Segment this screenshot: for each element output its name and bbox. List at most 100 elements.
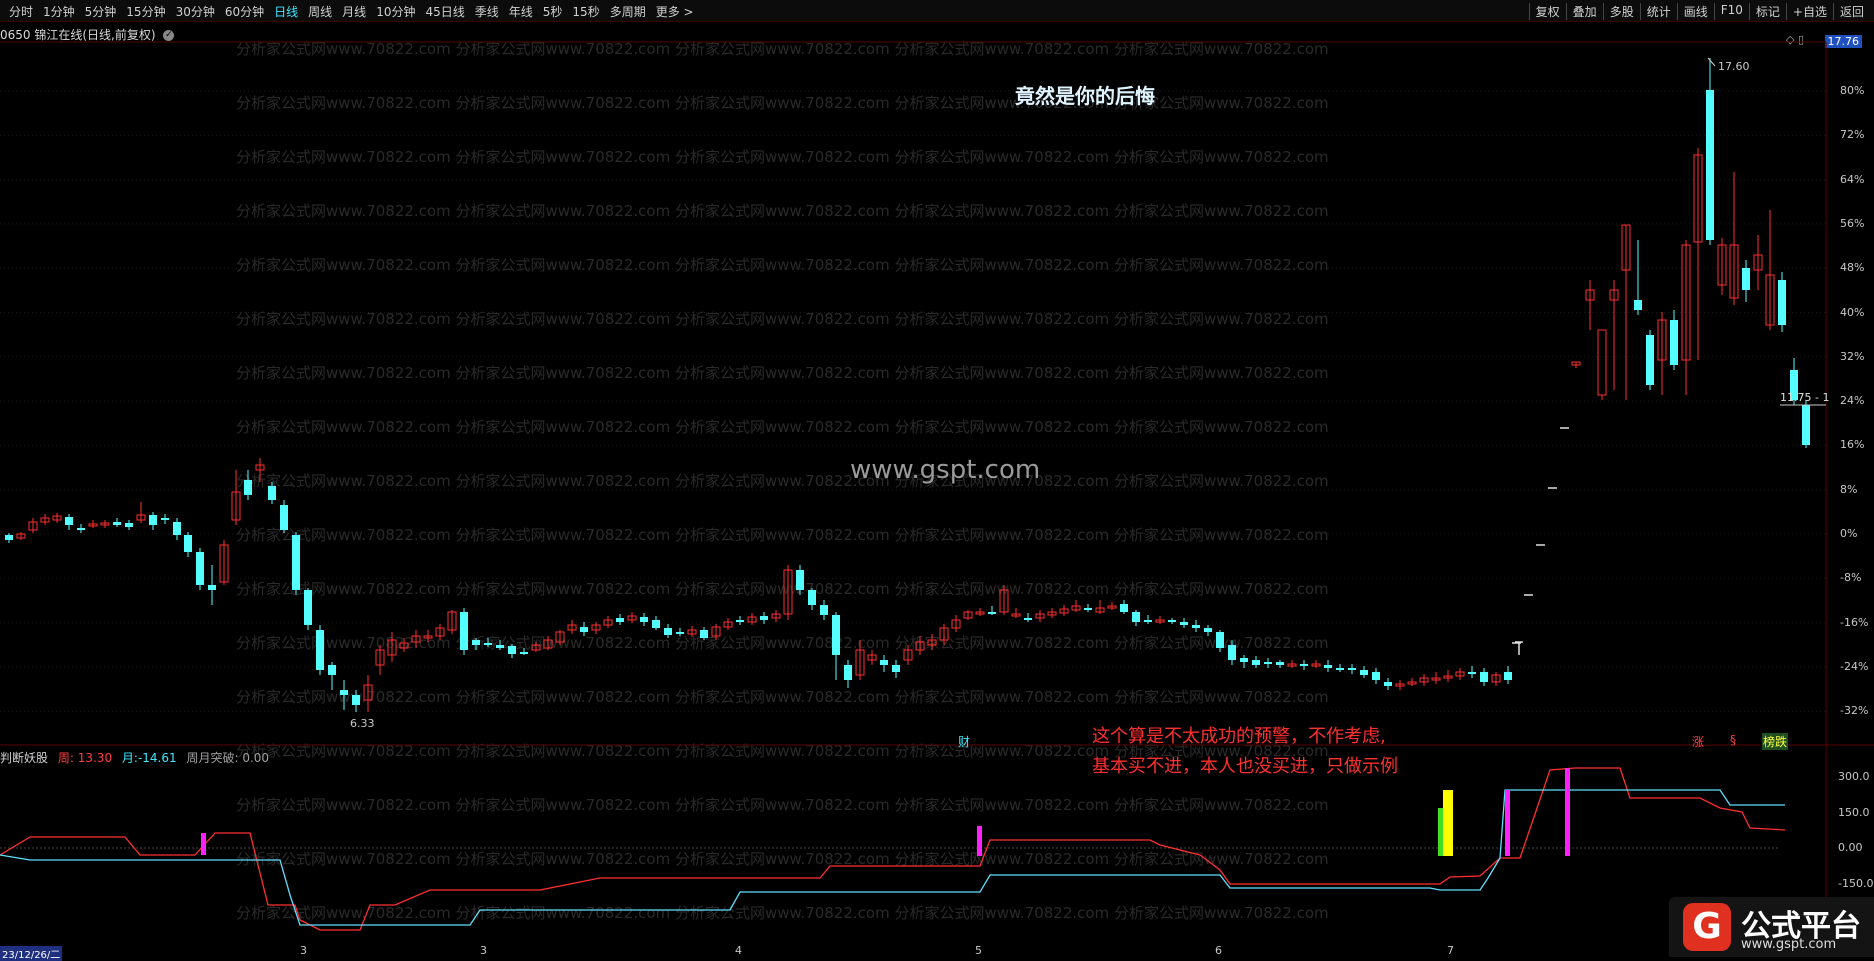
x-axis-month: 6: [1215, 944, 1222, 957]
kline-body-down: [316, 630, 324, 670]
kline-body-down: [196, 552, 204, 585]
kline-body-down: [1144, 620, 1152, 622]
financial-marker[interactable]: 财: [958, 733, 970, 750]
main-axis-tick: 64%: [1840, 172, 1865, 186]
note-line-1: 这个算是不太成功的预警，不作考虑,: [1092, 726, 1386, 747]
main-axis-tick: -24%: [1840, 659, 1869, 673]
kline-body-down: [760, 616, 768, 620]
main-axis-tick: 48%: [1840, 261, 1865, 275]
site-watermark: www.gspt.com: [850, 455, 1041, 485]
signal-bar: [977, 826, 982, 856]
kline-body-down: [184, 535, 192, 552]
kline-body-down: [736, 620, 744, 622]
kline-body-down: [1204, 628, 1212, 632]
kline-body-down: [640, 617, 648, 622]
kline-body-down: [1742, 268, 1750, 290]
kline-body-down: [1706, 90, 1714, 240]
kline-body-down: [1024, 618, 1032, 620]
tag-bang[interactable]: 榜跌: [1762, 733, 1789, 750]
kline-body-down: [113, 522, 121, 525]
kline-body-down: [1132, 612, 1140, 622]
kline-body-down: [652, 620, 660, 628]
low-price-label: 6.33: [350, 717, 375, 730]
indicator-month: 月:-14.61: [122, 751, 177, 765]
kline-body-down: [1168, 620, 1176, 622]
main-axis-tick: -16%: [1840, 615, 1869, 629]
signal-bar-yellow: [1443, 790, 1453, 856]
kline-body-down: [616, 618, 624, 622]
kline-body-down: [1504, 672, 1512, 680]
kline-body-down: [340, 690, 348, 695]
kline-body-down: [1084, 608, 1092, 610]
kline-body-down: [484, 643, 492, 645]
tag-s[interactable]: §: [1730, 733, 1736, 747]
kline-body-down: [520, 652, 528, 654]
x-axis-month: 7: [1447, 944, 1454, 957]
high-price-pointer: [1707, 57, 1716, 67]
kline-body-down: [988, 612, 996, 614]
kline-body-down: [676, 632, 684, 634]
kline-body-down: [472, 640, 480, 645]
kline-body-down: [1228, 645, 1236, 660]
indicator-break: 周月突破: 0.00: [186, 751, 269, 765]
main-axis-tick: -32%: [1840, 704, 1869, 718]
main-axis-tick: 40%: [1840, 305, 1865, 319]
main-axis-tick: 80%: [1840, 84, 1865, 97]
indicator-axis-tick: 0.00: [1838, 841, 1863, 854]
kline-body-down: [292, 535, 300, 590]
kline-body-down: [892, 665, 900, 672]
month-value: -14.61: [137, 751, 177, 765]
kline-body-down: [700, 630, 708, 638]
kline-body-down: [580, 627, 588, 632]
kline-body-down: [173, 522, 181, 535]
kline-body-down: [77, 528, 85, 530]
kline-body-down: [844, 665, 852, 680]
signal-bar: [1565, 768, 1570, 856]
kline-body-down: [880, 660, 888, 665]
indicator-axis-tick: 150.0: [1838, 806, 1870, 819]
logo-url: www.gspt.com: [1741, 937, 1837, 952]
main-axis-tick: 72%: [1840, 128, 1865, 142]
chart-highlight-title: 竟然是你的后悔: [1015, 84, 1155, 108]
kline-body-down: [1360, 670, 1368, 675]
kline-body-down: [1348, 668, 1356, 670]
main-axis-tick: 8%: [1840, 482, 1858, 496]
kline-body-down: [1300, 664, 1308, 666]
month-label: 月:: [121, 751, 138, 765]
x-axis-month: 3: [480, 944, 487, 957]
kline-body-down: [1802, 405, 1810, 445]
indicator-axis-tick: 300.0: [1838, 770, 1870, 783]
kline-body-up: [1597, 329, 1607, 396]
indicator-axis-tick: -150.0: [1838, 877, 1874, 890]
kline-body-down: [1384, 682, 1392, 686]
kline-body-down: [1252, 660, 1260, 665]
main-axis-tick: 56%: [1840, 216, 1865, 230]
kline-body-down: [832, 615, 840, 655]
break-label: 周月突破:: [186, 751, 239, 765]
kline-body-down: [496, 645, 504, 648]
indicator-week: 周: 13.30: [58, 751, 112, 765]
kline-body-down: [796, 570, 804, 590]
logo-icon: G: [1683, 903, 1731, 951]
kline-body-down: [508, 646, 516, 654]
kline-body-down: [1324, 665, 1332, 668]
main-axis-tick: 24%: [1840, 394, 1865, 408]
bottom-date: 23/12/26/二: [0, 946, 63, 961]
kline-body-down: [65, 517, 73, 525]
main-axis-tick: -8%: [1840, 571, 1862, 585]
week-label: 周:: [57, 751, 74, 765]
kline-body-down: [1468, 672, 1476, 674]
signal-bar: [201, 833, 206, 855]
tag-zhang[interactable]: 涨: [1692, 733, 1704, 750]
kline-body-down: [664, 628, 672, 635]
kline-body-down: [1336, 668, 1344, 670]
kline-body-down: [1646, 335, 1654, 385]
kline-body-down: [208, 585, 216, 590]
kline-body-down: [1276, 662, 1284, 665]
kline-body-down: [820, 605, 828, 615]
kline-body-down: [1216, 632, 1224, 648]
x-axis-month: 3: [300, 944, 307, 957]
main-axis-tick: 0%: [1840, 527, 1858, 540]
kline-body-down: [1480, 672, 1488, 682]
kline-body-down: [304, 590, 312, 625]
